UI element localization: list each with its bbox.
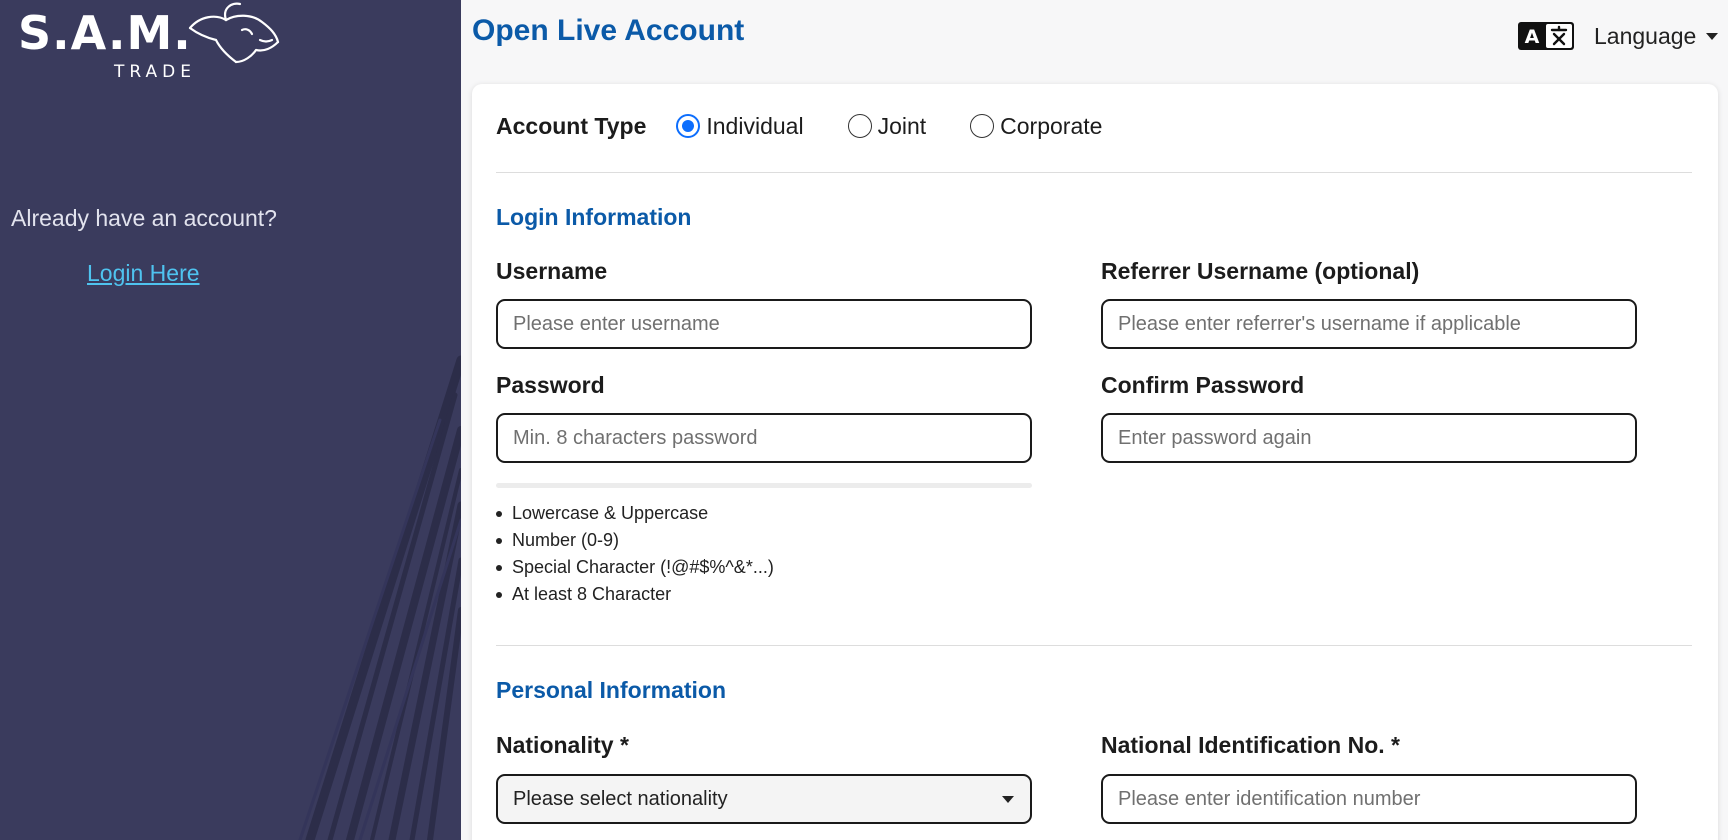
bullet-icon	[496, 510, 502, 517]
requirement-text: Special Character (!@#$%^&*...)	[512, 557, 774, 577]
list-item: At least 8 Character	[496, 581, 774, 608]
already-have-account-text: Already have an account?	[11, 205, 277, 231]
personal-information-title: Personal Information	[496, 677, 727, 703]
registration-form-card: Account Type Individual Joint Corporate …	[472, 84, 1718, 840]
divider	[496, 172, 1692, 173]
background-texture	[298, 355, 461, 840]
list-item: Lowercase & Uppercase	[496, 500, 774, 527]
svg-text:A: A	[1525, 26, 1540, 48]
caret-down-icon	[1706, 32, 1719, 40]
list-item: Number (0-9)	[496, 527, 774, 554]
radio-circle[interactable]	[676, 114, 701, 138]
language-label: Language	[1594, 22, 1697, 49]
account-type-label: Account Type	[496, 112, 647, 139]
password-requirements-list: Lowercase & Uppercase Number (0-9) Speci…	[496, 500, 774, 608]
sam-trade-logo[interactable]: S.A.M. TRADE	[16, 0, 280, 84]
confirm-password-input[interactable]	[1101, 413, 1637, 463]
logo-letters: S.A.M.	[18, 6, 192, 60]
radio-label: Corporate	[1000, 112, 1103, 139]
nationality-label: Nationality *	[496, 732, 629, 758]
account-type-joint-radio[interactable]: Joint	[847, 112, 927, 140]
radio-circle[interactable]	[847, 114, 872, 138]
bullet-icon	[496, 537, 502, 544]
page-title: Open Live Account	[472, 14, 745, 47]
requirement-text: At least 8 Character	[512, 584, 672, 604]
account-type-row: Account Type Individual Joint Corporate	[496, 109, 1146, 143]
password-input[interactable]	[496, 413, 1032, 463]
list-item: Special Character (!@#$%^&*...)	[496, 554, 774, 581]
divider	[496, 645, 1692, 646]
confirm-password-label: Confirm Password	[1101, 372, 1305, 398]
bull-head-icon	[188, 2, 280, 64]
nationality-selected-value: Please select nationality	[513, 787, 728, 810]
translate-icon: A	[1518, 22, 1574, 50]
logo-subtitle: TRADE	[114, 62, 196, 82]
bullet-icon	[496, 591, 502, 598]
login-here-link[interactable]: Login Here	[87, 260, 200, 287]
password-label: Password	[496, 372, 605, 398]
account-type-individual-radio[interactable]: Individual	[676, 112, 804, 140]
account-type-corporate-radio[interactable]: Corporate	[970, 113, 1102, 140]
requirement-text: Lowercase & Uppercase	[512, 503, 709, 523]
sidebar: S.A.M. TRADE Already have an account? Lo…	[0, 0, 461, 840]
radio-label: Joint	[877, 112, 927, 139]
login-information-title: Login Information	[496, 204, 692, 230]
chevron-down-icon	[1002, 795, 1014, 803]
username-label: Username	[496, 258, 608, 284]
radio-label: Individual	[706, 112, 804, 139]
bullet-icon	[496, 564, 502, 571]
language-selector[interactable]: A Language	[1518, 20, 1719, 52]
nationality-select[interactable]: Please select nationality	[496, 774, 1032, 824]
national-id-label: National Identification No. *	[1101, 732, 1401, 758]
radio-circle[interactable]	[970, 114, 995, 138]
referrer-username-input[interactable]	[1101, 299, 1637, 349]
referrer-username-label: Referrer Username (optional)	[1101, 258, 1420, 284]
username-input[interactable]	[496, 299, 1032, 349]
password-strength-bar	[496, 483, 1032, 488]
national-id-input[interactable]	[1101, 774, 1637, 824]
requirement-text: Number (0-9)	[512, 530, 620, 550]
